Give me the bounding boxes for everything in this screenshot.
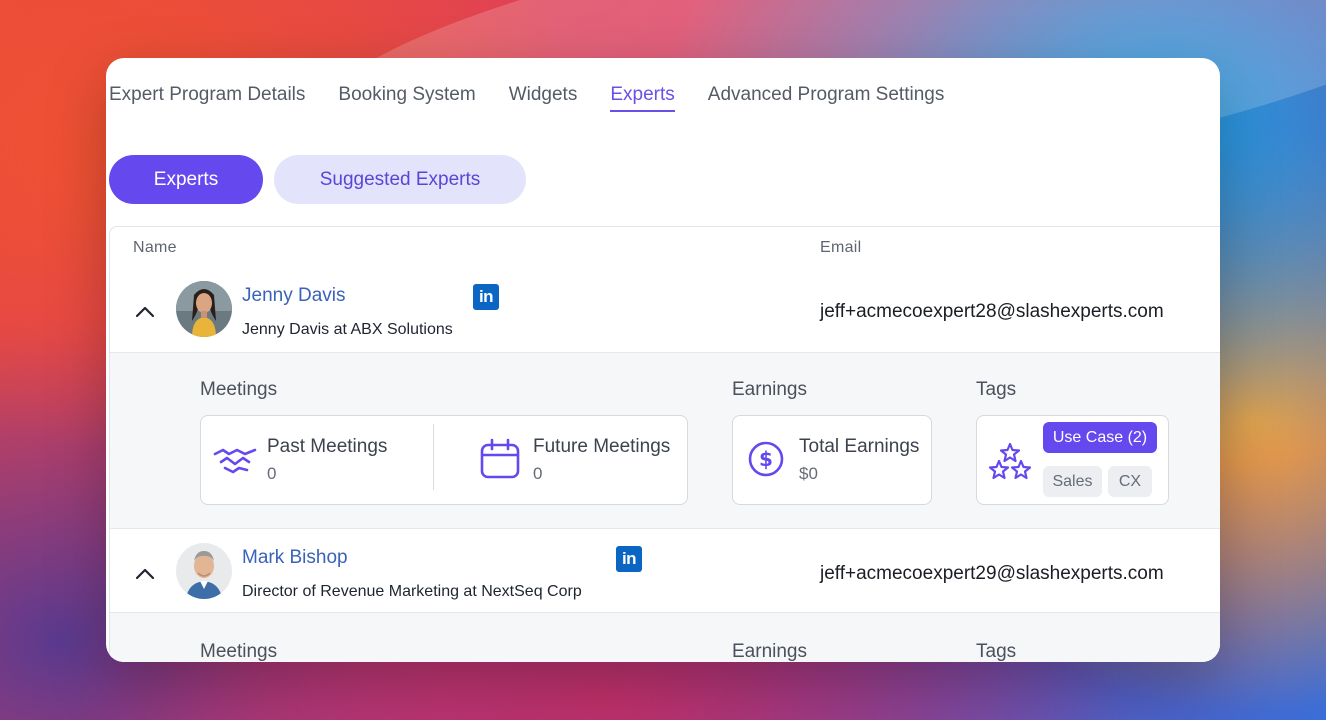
expert-view-toggle: Experts Suggested Experts: [109, 155, 526, 204]
expert-name-link[interactable]: Jenny Davis: [242, 285, 346, 307]
stars-icon: [989, 442, 1031, 480]
app-window: Expert Program Details Booking System Wi…: [106, 58, 1220, 662]
avatar: [176, 281, 232, 337]
card-divider: [433, 424, 434, 490]
tag-sales: Sales: [1043, 466, 1102, 497]
linkedin-icon[interactable]: in: [473, 284, 499, 310]
experts-table: Name Email Jenny Davis in Jenny Davis at…: [109, 226, 1220, 662]
tab-advanced-program-settings[interactable]: Advanced Program Settings: [708, 84, 945, 112]
meetings-label: Meetings: [200, 379, 278, 400]
expert-name-link[interactable]: Mark Bishop: [242, 547, 348, 569]
tab-expert-program-details[interactable]: Expert Program Details: [109, 84, 305, 112]
linkedin-icon[interactable]: in: [616, 546, 642, 572]
tag-cx: CX: [1108, 466, 1152, 497]
past-meetings-title: Past Meetings: [267, 436, 388, 457]
expert-subtitle: Director of Revenue Marketing at NextSeq…: [242, 583, 582, 600]
total-earnings-title: Total Earnings: [799, 436, 920, 457]
calendar-icon: [480, 438, 520, 479]
tags-label: Tags: [976, 379, 1017, 400]
chevron-up-icon[interactable]: [130, 559, 160, 589]
earnings-label: Earnings: [732, 641, 807, 662]
svg-text:$: $: [759, 447, 773, 471]
avatar: [176, 543, 232, 599]
tab-booking-system[interactable]: Booking System: [338, 84, 475, 112]
tags-card: Use Case (2) Sales CX: [976, 415, 1169, 505]
tags-label: Tags: [976, 641, 1017, 662]
table-row: Jenny Davis in Jenny Davis at ABX Soluti…: [110, 267, 1220, 353]
earnings-label: Earnings: [732, 379, 807, 400]
total-earnings-value: $0: [799, 464, 818, 483]
handshake-icon: [213, 448, 257, 474]
expert-details-panel: Meetings Earnings Tags Past Meetings 0 F…: [110, 353, 1220, 529]
chevron-up-icon[interactable]: [130, 297, 160, 327]
table-header: Name Email: [110, 227, 1220, 267]
future-meetings-title: Future Meetings: [533, 436, 671, 457]
meetings-card: Past Meetings 0 Future Meetings 0: [200, 415, 688, 505]
program-tabs: Expert Program Details Booking System Wi…: [109, 84, 944, 112]
dollar-circle-icon: $: [748, 441, 784, 477]
earnings-card: $ Total Earnings $0: [732, 415, 932, 505]
expert-subtitle: Jenny Davis at ABX Solutions: [242, 321, 453, 338]
expert-email: jeff+acmecoexpert29@slashexperts.com: [820, 563, 1164, 584]
expert-email: jeff+acmecoexpert28@slashexperts.com: [820, 301, 1164, 322]
experts-pill-button[interactable]: Experts: [109, 155, 263, 204]
suggested-experts-pill-button[interactable]: Suggested Experts: [274, 155, 526, 204]
tag-use-case[interactable]: Use Case (2): [1043, 422, 1157, 453]
tab-experts[interactable]: Experts: [610, 84, 675, 112]
column-header-name: Name: [133, 239, 177, 256]
meetings-label: Meetings: [200, 641, 278, 662]
future-meetings-value: 0: [533, 464, 543, 483]
past-meetings-value: 0: [267, 464, 277, 483]
expert-details-panel: Meetings Earnings Tags: [110, 613, 1220, 662]
table-row: Mark Bishop in Director of Revenue Marke…: [110, 529, 1220, 613]
column-header-email: Email: [820, 239, 862, 256]
tab-widgets[interactable]: Widgets: [509, 84, 578, 112]
